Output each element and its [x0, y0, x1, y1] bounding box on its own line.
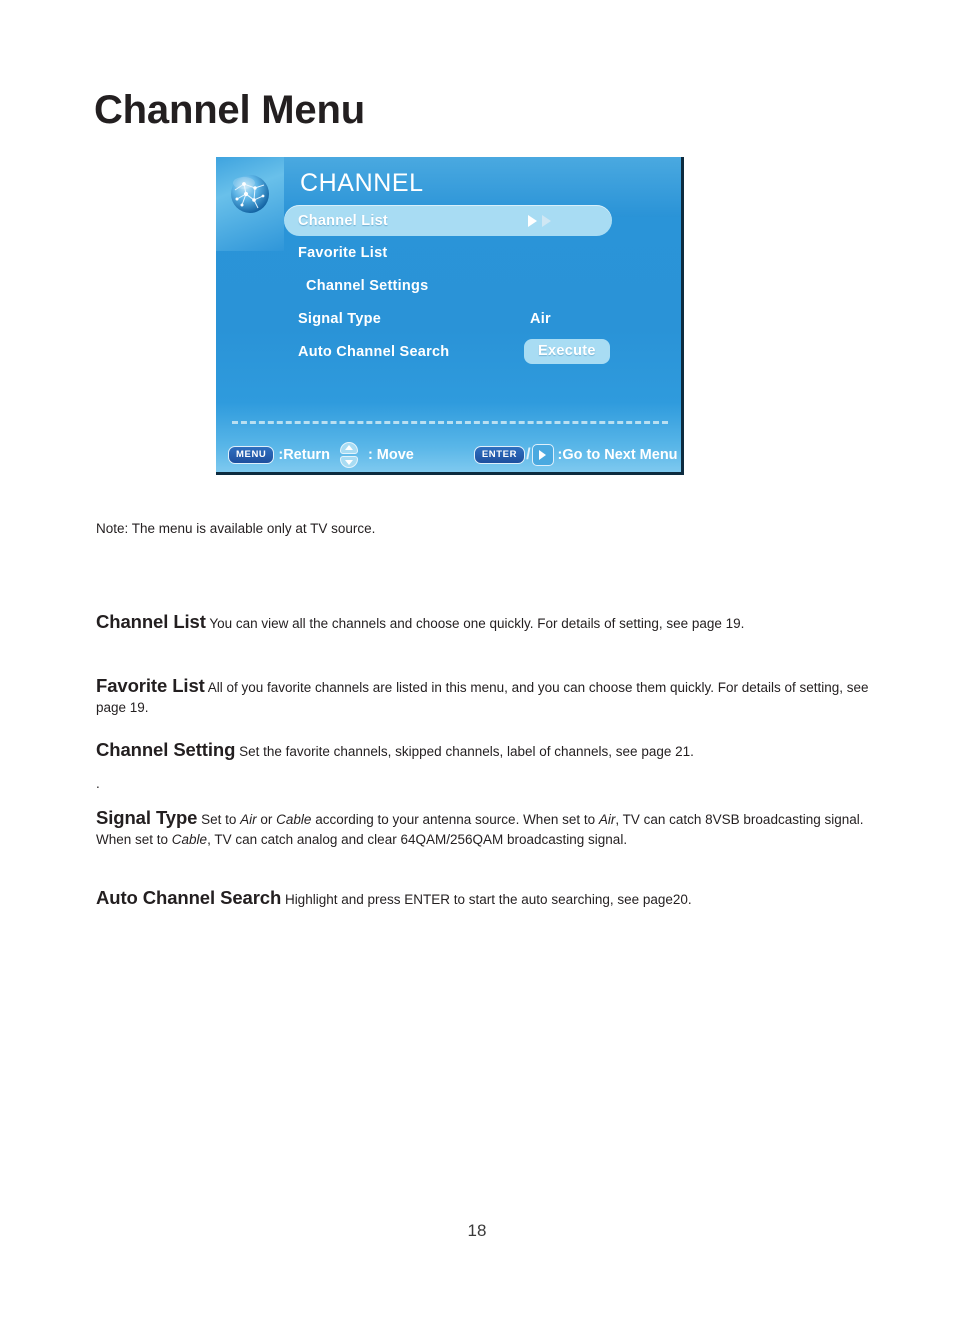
section-heading: Auto Channel Search	[96, 887, 282, 908]
osd-menu-list: Channel List Favorite List Channel Setti…	[284, 205, 628, 368]
osd-icon-panel	[216, 157, 284, 251]
osd-item-label: Signal Type	[298, 310, 382, 327]
updown-rocker-icon	[339, 442, 358, 468]
section-emphasis-cable-1: Cable	[276, 812, 312, 827]
section-heading: Channel Setting	[96, 739, 236, 760]
osd-item-channel-settings[interactable]: Channel Settings	[298, 269, 628, 302]
osd-divider	[232, 421, 668, 424]
globe-network-icon	[231, 175, 269, 213]
section-body: Highlight and press ENTER to start the a…	[281, 892, 692, 907]
section-body-part-1: Set to	[197, 812, 241, 827]
menu-key-action-label: :Return	[278, 447, 330, 463]
page-number: 18	[467, 1221, 487, 1240]
double-right-arrow-icon	[528, 214, 551, 227]
down-arrow-glyph	[344, 460, 353, 465]
right-arrow-key-icon[interactable]	[531, 444, 554, 466]
osd-title: CHANNEL	[300, 169, 424, 197]
move-action-label: : Move	[367, 447, 414, 463]
osd-item-value-signal-type: Air	[530, 310, 551, 327]
section-favorite-list: Favorite List All of you favorite channe…	[96, 676, 871, 718]
section-emphasis-air-1: Air	[240, 812, 257, 827]
section-emphasis-air-2: Air	[598, 812, 616, 827]
osd-item-label: Favorite List	[298, 244, 388, 261]
key-separator: /	[526, 446, 531, 463]
menu-key-badge[interactable]: MENU	[228, 446, 275, 464]
section-channel-setting: Channel Setting Set the favorite channel…	[96, 740, 871, 762]
section-signal-type: Signal Type Set to Air or Cable accordin…	[96, 808, 871, 850]
osd-item-auto-channel-search[interactable]: Auto Channel Search Execute	[298, 335, 628, 368]
section-body: You can view all the channels and choose…	[205, 616, 745, 631]
osd-item-signal-type[interactable]: Signal Type Air	[298, 302, 628, 335]
section-emphasis-cable-2: Cable	[171, 832, 208, 847]
section-body-part-3: according to your antenna source. When s…	[311, 812, 599, 827]
right-arrow-icon-secondary	[542, 214, 551, 227]
up-arrow-glyph	[344, 445, 353, 450]
execute-button[interactable]: Execute	[524, 339, 610, 364]
section-heading: Signal Type	[96, 807, 198, 828]
osd-item-label: Channel Settings	[306, 277, 429, 294]
section-auto-channel-search: Auto Channel Search Highlight and press …	[96, 888, 871, 910]
section-heading: Channel List	[96, 611, 206, 632]
osd-item-favorite-list[interactable]: Favorite List	[298, 236, 628, 269]
osd-footer-hints: MENU :Return : Move ENTER / :Go to Next …	[216, 435, 681, 472]
section-body: Set the favorite channels, skipped chann…	[235, 744, 694, 759]
stray-punctuation: .	[96, 776, 100, 791]
osd-item-label: Auto Channel Search	[298, 343, 450, 360]
section-body-part-5: , TV can catch analog and clear 64QAM/25…	[207, 832, 628, 847]
section-heading: Favorite List	[96, 675, 205, 696]
page-title: Channel Menu	[94, 88, 365, 132]
enter-key-badge[interactable]: ENTER	[473, 446, 526, 464]
enter-action-label: :Go to Next Menu	[557, 447, 678, 463]
section-body: All of you favorite channels are listed …	[96, 680, 869, 715]
right-arrow-glyph	[539, 450, 547, 460]
section-body-part-2: or	[256, 812, 277, 827]
section-channel-list: Channel List You can view all the channe…	[96, 612, 871, 634]
osd-channel-menu: CHANNEL Channel List Favorite List Chann…	[216, 157, 684, 475]
enter-hint-group: ENTER / :Go to Next Menu	[473, 444, 678, 466]
note-text: Note: The menu is available only at TV s…	[96, 521, 376, 536]
osd-item-label: Channel List	[298, 212, 389, 229]
right-arrow-icon	[528, 214, 537, 227]
osd-item-channel-list[interactable]: Channel List	[284, 205, 612, 236]
